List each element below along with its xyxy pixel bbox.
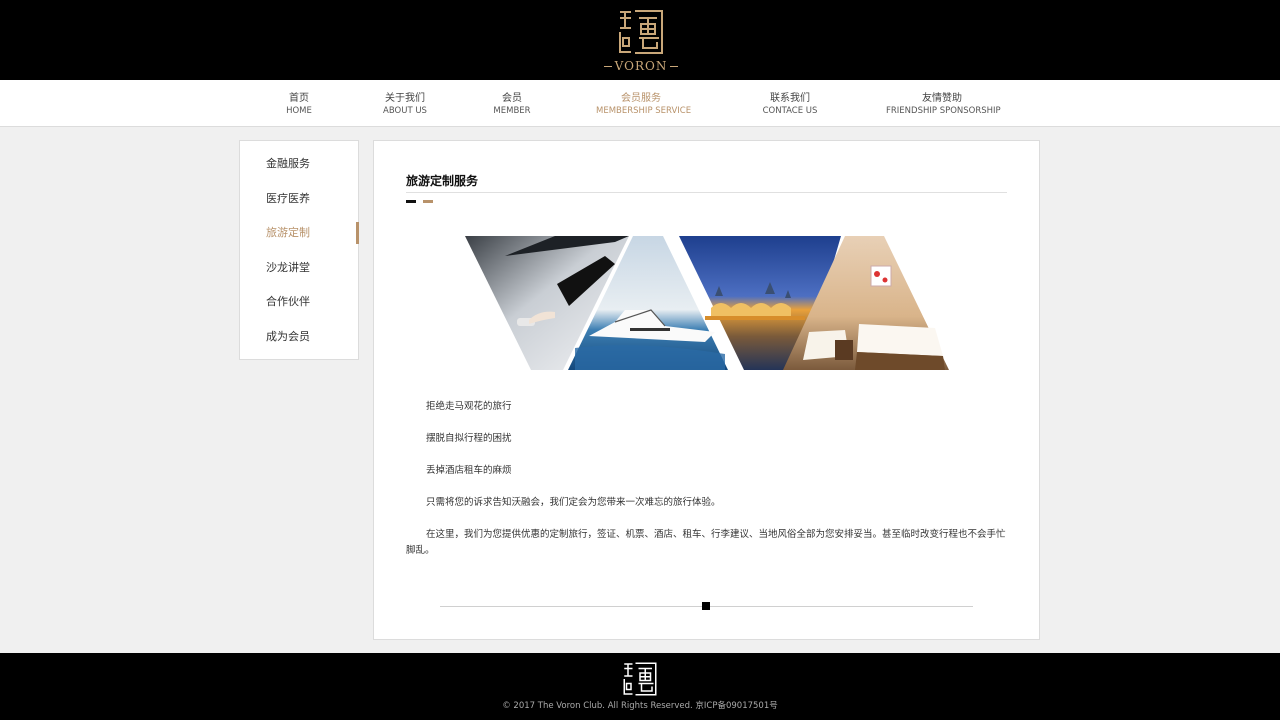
copyright-text: © 2017 The Voron Club. All Rights Reserv…	[502, 701, 778, 711]
pager-dot-active[interactable]	[702, 602, 710, 610]
nav-label-cn: 联系我们	[770, 93, 810, 104]
sidebar-item-medical[interactable]: 医疗医养	[240, 188, 358, 210]
nav-item-home[interactable]: 首页 HOME	[284, 92, 314, 118]
nav-label-en: MEMBERSHIP SERVICE	[596, 106, 692, 116]
page-footer: © 2017 The Voron Club. All Rights Reserv…	[0, 653, 1280, 720]
nav-label-cn: 友情赞助	[922, 93, 962, 104]
nav-label-en: MEMBER	[493, 106, 531, 116]
nav-item-friendship-sponsorship[interactable]: 友情赞助 FRIENDSHIP SPONSORSHIP	[886, 92, 1001, 118]
paragraph: 丢掉酒店租车的麻烦	[426, 465, 512, 476]
title-accent-gold	[423, 200, 433, 203]
main-navigation: 首页 HOME 关于我们 ABOUT US 会员 MEMBER 会员服务 MEM…	[0, 80, 1280, 127]
sidebar-item-travel[interactable]: 旅游定制	[240, 222, 359, 244]
nav-label-en: HOME	[286, 106, 312, 116]
page-title: 旅游定制服务	[406, 174, 479, 188]
voron-logo-mark-icon	[619, 10, 663, 54]
nav-label-cn: 会员服务	[621, 93, 661, 104]
nav-label-en: FRIENDSHIP SPONSORSHIP	[886, 106, 1001, 116]
sidebar-item-become-member[interactable]: 成为会员	[240, 326, 358, 348]
sidebar-item-partners[interactable]: 合作伙伴	[240, 291, 358, 313]
content-panel: 旅游定制服务 拒绝走马观花的旅行 摆脱自拟行程的困扰 丢掉酒店租车的麻烦 只需将…	[373, 140, 1040, 640]
title-divider	[406, 192, 1007, 193]
nav-label-cn: 关于我们	[385, 93, 425, 104]
paragraph: 只需将您的诉求告知沃融会，我们定会为您带来一次难忘的旅行体验。	[426, 497, 721, 508]
travel-banner-image	[465, 236, 949, 370]
service-sidebar: 金融服务 医疗医养 旅游定制 沙龙讲堂 合作伙伴 成为会员	[239, 140, 359, 360]
top-header: VORON	[0, 0, 1280, 80]
paragraph: 在这里，我们为您提供优惠的定制旅行，签证、机票、酒店、租车、行李建议、当地风俗全…	[406, 529, 1006, 556]
sidebar-item-finance[interactable]: 金融服务	[240, 153, 358, 175]
nav-label-en: ABOUT US	[383, 106, 427, 116]
nav-label-en: CONTACE US	[762, 106, 818, 116]
voron-logo[interactable]: VORON	[600, 8, 682, 74]
nav-label-cn: 首页	[289, 93, 309, 104]
nav-item-membership-service[interactable]: 会员服务 MEMBERSHIP SERVICE	[596, 92, 692, 118]
voron-footer-logo-icon[interactable]	[622, 661, 658, 697]
paragraph: 拒绝走马观花的旅行	[426, 401, 512, 412]
nav-item-member[interactable]: 会员 MEMBER	[491, 92, 533, 118]
logo-wordmark: VORON	[600, 59, 682, 73]
nav-item-contact-us[interactable]: 联系我们 CONTACE US	[762, 92, 818, 118]
title-accent-dark	[406, 200, 416, 203]
paragraph: 摆脱自拟行程的困扰	[426, 433, 512, 444]
nav-label-cn: 会员	[502, 93, 522, 104]
sidebar-item-salon[interactable]: 沙龙讲堂	[240, 257, 358, 279]
nav-item-about-us[interactable]: 关于我们 ABOUT US	[381, 92, 429, 118]
